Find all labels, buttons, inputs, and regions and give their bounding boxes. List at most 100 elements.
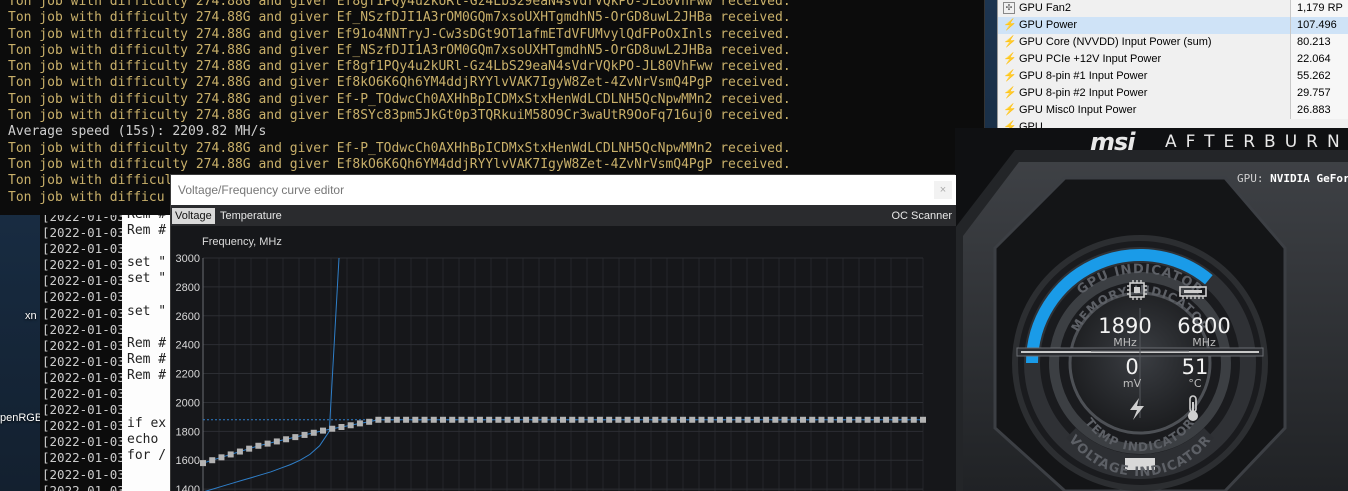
vf-curve-point[interactable]	[569, 416, 576, 423]
vf-curve-point[interactable]	[864, 416, 871, 423]
vf-curve-point[interactable]	[209, 457, 216, 464]
vf-curve-point[interactable]	[920, 416, 926, 423]
vf-curve-point[interactable]	[680, 416, 686, 423]
vf-curve-chart[interactable]: 1400 1600 1800 2000 2200 2400 2600 2800 3000	[171, 226, 954, 491]
vf-curve-point[interactable]	[476, 416, 483, 423]
close-button[interactable]: ×	[934, 181, 952, 199]
vf-curve-point[interactable]	[440, 416, 446, 423]
desktop-icon-label[interactable]: xn	[25, 310, 37, 322]
vf-curve-point[interactable]	[255, 442, 262, 449]
vf-curve-point[interactable]	[726, 416, 733, 423]
vf-curve-point[interactable]	[412, 416, 419, 423]
vf-curve-point[interactable]	[458, 416, 465, 423]
console-line: Ton job with difficulty 274.88G and give…	[8, 26, 791, 42]
vf-curve-point[interactable]	[910, 416, 917, 423]
vf-curve-point[interactable]	[670, 416, 677, 423]
vf-curve-point[interactable]	[246, 445, 253, 452]
vf-curve-point[interactable]	[836, 416, 843, 423]
vf-curve-point[interactable]	[707, 416, 714, 423]
sensor-row[interactable]: ⚡ GPU Core (NVVDD) Input Power (sum) 80.21…	[998, 34, 1348, 51]
sensor-name: GPU Fan2	[1019, 2, 1071, 14]
vf-curve-point[interactable]	[735, 416, 742, 423]
vf-curve-point[interactable]	[744, 416, 751, 423]
vf-curve-point[interactable]	[504, 416, 511, 423]
vf-editor-titlebar[interactable]: Voltage/Frequency curve editor ×	[171, 175, 956, 205]
vf-curve-point[interactable]	[846, 416, 853, 423]
desktop-icon-label[interactable]: penRGB	[0, 412, 42, 424]
vf-curve-point[interactable]	[615, 416, 622, 423]
vf-curve-point[interactable]	[292, 434, 299, 441]
vf-curve-point[interactable]	[227, 451, 234, 458]
vf-curve-point[interactable]	[753, 416, 760, 423]
vf-curve-point[interactable]	[393, 416, 400, 423]
console-line: Ton job with difficulty 274.88G and give…	[8, 156, 791, 172]
vf-curve-point[interactable]	[283, 436, 290, 443]
vf-curve-point[interactable]	[301, 431, 308, 438]
vf-curve-point[interactable]	[495, 416, 502, 423]
oc-scanner-button[interactable]: OC Scanner	[891, 208, 952, 224]
vf-curve-point[interactable]	[523, 416, 530, 423]
vf-curve-point[interactable]	[716, 416, 723, 423]
vf-curve-point[interactable]	[218, 454, 225, 461]
vf-curve-point[interactable]	[375, 416, 382, 423]
vf-curve-point[interactable]	[264, 440, 271, 447]
vf-curve-point[interactable]	[236, 448, 243, 455]
vf-curve-point[interactable]	[200, 460, 206, 467]
vf-curve-point[interactable]	[329, 425, 336, 432]
vf-curve-point[interactable]	[587, 416, 594, 423]
vf-curve-point[interactable]	[338, 424, 345, 430]
sensor-row[interactable]: ✣ GPU Fan2 1,179 RP	[998, 0, 1348, 17]
vf-curve-point[interactable]	[698, 416, 705, 423]
vf-curve-point[interactable]	[467, 416, 474, 423]
sensor-row[interactable]: ⚡ GPU PCIe +12V Input Power 22.064	[998, 51, 1348, 68]
vf-curve-point[interactable]	[366, 418, 373, 425]
vf-curve-point[interactable]	[449, 416, 456, 423]
vf-curve-point[interactable]	[532, 416, 539, 423]
vf-curve-point[interactable]	[578, 416, 585, 423]
vf-curve-point[interactable]	[320, 427, 326, 434]
sensor-row[interactable]: ⚡ GPU 8-pin #1 Input Power 55.262	[998, 68, 1348, 85]
vf-curve-point[interactable]	[403, 416, 410, 423]
vf-curve-point[interactable]	[855, 416, 862, 423]
vf-curve-point[interactable]	[790, 416, 797, 423]
vf-curve-point[interactable]	[901, 416, 908, 423]
vf-curve-point[interactable]	[873, 416, 880, 423]
vf-curve-point[interactable]	[513, 416, 520, 423]
sensor-row[interactable]: ⚡ GPU Misc0 Input Power 26.883	[998, 102, 1348, 119]
vf-curve-point[interactable]	[356, 420, 363, 427]
vf-curve-point[interactable]	[384, 416, 391, 423]
vf-curve-point[interactable]	[430, 416, 437, 423]
tab-temperature[interactable]: Temperature	[217, 208, 285, 224]
vf-curve-point[interactable]	[273, 438, 280, 445]
vf-curve-editor-window[interactable]: Voltage/Frequency curve editor × Voltage…	[170, 174, 956, 491]
afterburner-window[interactable]: msi AFTERBURNER GPU: NVIDIA GeFor GPU IN…	[955, 128, 1348, 491]
vf-curve-point[interactable]	[560, 416, 566, 423]
sensor-row[interactable]: ⚡ GPU Power 107.496	[998, 17, 1348, 34]
vf-curve-point[interactable]	[818, 416, 825, 423]
vf-curve-point[interactable]	[486, 416, 493, 423]
core-clock-value: 1890	[1098, 314, 1151, 338]
vf-curve-point[interactable]	[652, 416, 659, 423]
vf-curve-point[interactable]	[689, 416, 696, 423]
vf-curve-point[interactable]	[310, 429, 317, 436]
vf-curve-point[interactable]	[809, 416, 816, 423]
vf-curve-point[interactable]	[624, 416, 631, 423]
vf-curve-point[interactable]	[347, 422, 354, 429]
vf-curve-point[interactable]	[643, 416, 650, 423]
vf-curve-point[interactable]	[800, 416, 806, 423]
vf-curve-point[interactable]	[606, 416, 613, 423]
vf-curve-point[interactable]	[421, 416, 428, 423]
vf-curve-point[interactable]	[763, 416, 770, 423]
vf-curve-point[interactable]	[541, 416, 548, 423]
vf-curve-point[interactable]	[883, 416, 890, 423]
vf-curve-point[interactable]	[661, 416, 668, 423]
tab-voltage[interactable]: Voltage	[172, 208, 215, 224]
vf-curve-point[interactable]	[596, 416, 603, 423]
vf-curve-point[interactable]	[772, 416, 779, 423]
vf-curve-point[interactable]	[550, 416, 557, 423]
vf-curve-point[interactable]	[827, 416, 834, 423]
sensor-row[interactable]: ⚡ GPU 8-pin #2 Input Power 29.757	[998, 85, 1348, 102]
vf-curve-point[interactable]	[781, 416, 788, 423]
vf-curve-point[interactable]	[892, 416, 899, 423]
vf-curve-point[interactable]	[633, 416, 640, 423]
